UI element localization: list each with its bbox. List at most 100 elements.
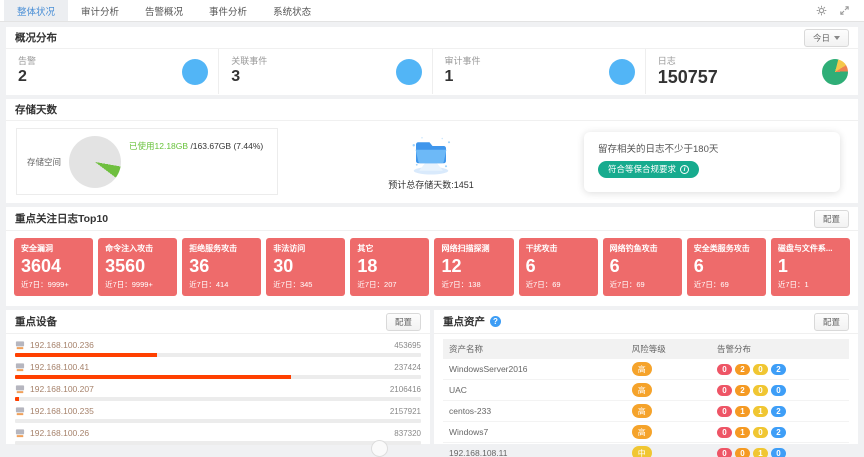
log-tile[interactable]: 安全类服务攻击6近7日：69 (687, 238, 766, 296)
device-list: 192.168.100.236453695 192.168.100.412374… (6, 334, 430, 445)
storage-total-value: /163.67GB (7.44%) (188, 141, 263, 151)
help-icon[interactable]: ? (490, 316, 501, 327)
compliance-badge[interactable]: 符合等保合规要求 i (598, 161, 699, 178)
device-row[interactable]: 192.168.100.26837320 (15, 428, 421, 445)
bottom-row: 重点设备 配置 192.168.100.236453695 192.168.10… (6, 310, 858, 444)
log-tile[interactable]: 磁盘与文件系... 1近7日：1 (771, 238, 850, 296)
tab-alert-overview[interactable]: 告警概况 (132, 0, 196, 21)
tab-event-analysis[interactable]: 事件分析 (196, 0, 260, 21)
alert-badge-critical: 0 (717, 385, 732, 396)
asset-row[interactable]: Windows7 高 0 1 0 2 (443, 422, 849, 443)
top-logs-title: 重点关注日志Top10 (15, 211, 108, 226)
time-range-select[interactable]: 今日 (804, 29, 849, 47)
log-tile-recent: 近7日：1 (778, 279, 843, 290)
log-tile-value: 6 (694, 256, 759, 278)
asset-row[interactable]: WindowsServer2016 高 0 2 0 2 (443, 359, 849, 380)
device-ip: 192.168.100.26 (30, 428, 89, 438)
stat-label: 告警 (18, 54, 206, 67)
log-tile[interactable]: 命令注入攻击3560近7日：9999+ (98, 238, 177, 296)
log-tile[interactable]: 网络钓鱼攻击6近7日：69 (603, 238, 682, 296)
device-usage-bar (15, 397, 421, 401)
blue-circle-icon (609, 59, 635, 85)
stat-alerts[interactable]: 告警 2 (6, 49, 219, 94)
tabbar-actions (816, 0, 864, 21)
top-tab-bar: 整体状况 审计分析 告警概况 事件分析 系统状态 (0, 0, 864, 22)
log-tile-recent: 近7日：69 (694, 279, 759, 290)
top-logs-card: 重点关注日志Top10 配置 安全漏洞3604近7日：9999+ 命令注入攻击3… (6, 207, 858, 306)
device-usage-bar (15, 353, 421, 357)
overview-header: 概况分布 今日 (6, 27, 858, 49)
log-tile-recent: 近7日：414 (189, 279, 254, 290)
stat-label: 日志 (658, 54, 846, 67)
log-tile-title: 非法访问 (273, 243, 338, 254)
key-assets-title: 重点资产 (443, 314, 485, 329)
stat-label: 审计事件 (445, 54, 633, 67)
gear-icon[interactable] (816, 5, 827, 16)
fullscreen-icon[interactable] (839, 5, 850, 16)
asset-row[interactable]: centos-233 高 0 1 1 2 (443, 401, 849, 422)
log-tile-value: 3560 (105, 256, 170, 278)
device-row[interactable]: 192.168.100.2352157921 (15, 406, 421, 423)
storage-usage-text: 已使用12.18GB /163.67GB (7.44%) (129, 140, 263, 152)
log-tile[interactable]: 其它18近7日：207 (350, 238, 429, 296)
stat-correlated-events[interactable]: 关联事件 3 (219, 49, 432, 94)
overview-title: 概况分布 (15, 30, 57, 45)
alert-badge-high: 1 (735, 427, 750, 438)
alert-badge-low: 0 (771, 448, 786, 457)
log-tile[interactable]: 网络扫描探测12近7日：138 (434, 238, 513, 296)
time-range-value: 今日 (813, 32, 830, 44)
log-tile[interactable]: 干扰攻击6近7日：69 (519, 238, 598, 296)
top-logs-config-button[interactable]: 配置 (814, 210, 849, 228)
device-icon (15, 385, 25, 394)
col-asset-name: 资产名称 (443, 339, 626, 359)
alert-badges: 0 0 1 0 (717, 448, 786, 457)
log-tile-value: 36 (189, 256, 254, 278)
device-row[interactable]: 192.168.100.236453695 (15, 340, 421, 357)
log-tile-value: 1 (778, 256, 843, 278)
key-assets-card: 重点资产 ? 配置 资产名称 风险等级 告警分布 WindowsS (434, 310, 858, 444)
device-count: 2106416 (390, 385, 421, 394)
log-tile-recent: 近7日：9999+ (21, 279, 86, 290)
device-icon (15, 363, 25, 372)
alert-badge-low: 2 (771, 427, 786, 438)
risk-badge: 高 (632, 383, 652, 397)
alert-badge-medium: 0 (753, 364, 768, 375)
log-tile-title: 磁盘与文件系... (778, 243, 843, 254)
stat-value: 1 (445, 68, 633, 86)
log-tile-recent: 近7日：69 (526, 279, 591, 290)
risk-badge: 高 (632, 425, 652, 439)
alert-badge-high: 1 (735, 406, 750, 417)
log-tile-title: 安全漏洞 (21, 243, 86, 254)
log-tile[interactable]: 安全漏洞3604近7日：9999+ (14, 238, 93, 296)
scroll-indicator[interactable] (371, 440, 388, 457)
log-tile[interactable]: 非法访问30近7日：345 (266, 238, 345, 296)
alert-badges: 0 2 0 2 (717, 364, 786, 375)
tab-audit-analysis[interactable]: 审计分析 (68, 0, 132, 21)
asset-row[interactable]: UAC 高 0 2 0 0 (443, 380, 849, 401)
overview-card: 概况分布 今日 告警 2 关联事件 3 审计事件 1 (6, 27, 858, 95)
log-tile-recent: 近7日：138 (441, 279, 506, 290)
log-tile[interactable]: 拒绝服务攻击36近7日：414 (182, 238, 261, 296)
tab-system-status[interactable]: 系统状态 (260, 0, 324, 21)
col-risk-level: 风险等级 (626, 339, 711, 359)
log-tile-recent: 近7日：207 (357, 279, 422, 290)
alert-badge-low: 0 (771, 385, 786, 396)
tab-overall-status[interactable]: 整体状况 (4, 0, 68, 21)
dashboard-content: 概况分布 今日 告警 2 关联事件 3 审计事件 1 (0, 22, 864, 444)
devices-config-button[interactable]: 配置 (386, 313, 421, 331)
storage-space-label: 存储空间 (27, 156, 61, 168)
risk-badge: 高 (632, 362, 652, 376)
device-icon (15, 407, 25, 416)
asset-row[interactable]: 192.168.108.11 中 0 0 1 0 (443, 443, 849, 457)
storage-space-panel: 存储空间 已使用12.18GB /163.67GB (7.44%) (16, 128, 278, 195)
device-ip: 192.168.100.41 (30, 362, 89, 372)
device-row[interactable]: 192.168.100.41237424 (15, 362, 421, 379)
stat-logs[interactable]: 日志 150757 (646, 49, 858, 94)
alert-badge-critical: 0 (717, 364, 732, 375)
assets-config-button[interactable]: 配置 (814, 313, 849, 331)
alert-badge-low: 2 (771, 406, 786, 417)
alert-badge-medium: 0 (753, 427, 768, 438)
stat-audit-events[interactable]: 审计事件 1 (433, 49, 646, 94)
alert-badge-low: 2 (771, 364, 786, 375)
device-row[interactable]: 192.168.100.2072106416 (15, 384, 421, 401)
